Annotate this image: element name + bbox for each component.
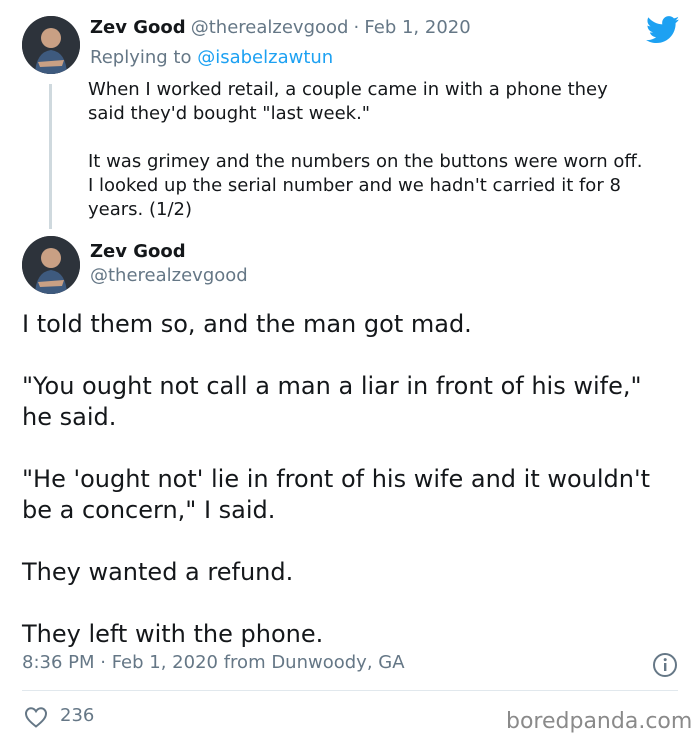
reply-author-name[interactable]: Zev Good (90, 17, 186, 38)
boredpanda-watermark: boredpanda.com (506, 709, 693, 734)
main-tweet-paragraph: "He 'ought not' lie in front of his wife… (22, 465, 650, 524)
replying-to-prefix: Replying to (90, 47, 192, 68)
tweet-divider (22, 690, 678, 691)
reply-author-avatar[interactable] (22, 16, 80, 74)
main-author-avatar[interactable] (22, 236, 80, 294)
main-tweet-paragraph: They wanted a refund. (22, 558, 294, 586)
main-tweet-text: I told them so, and the man got mad. "Yo… (22, 309, 682, 681)
meta-separator: · (353, 17, 360, 38)
thread-connector-line (49, 84, 52, 229)
tweet-timestamp[interactable]: 8:36 PM · Feb 1, 2020 from Dunwoody, GA (22, 652, 405, 673)
main-author-handle[interactable]: @therealzevgood (90, 265, 248, 286)
info-icon[interactable] (652, 652, 678, 682)
replying-to-line: Replying to @isabelzawtun (90, 47, 333, 68)
reply-author-handle[interactable]: @therealzevgood (191, 17, 349, 38)
reply-date[interactable]: Feb 1, 2020 (364, 17, 470, 38)
replying-to-handle-link[interactable]: @isabelzawtun (197, 47, 333, 68)
like-count[interactable]: 236 (60, 705, 94, 726)
main-tweet-paragraph: They left with the phone. (22, 620, 324, 648)
main-tweet-paragraph: "You ought not call a man a liar in fron… (22, 372, 642, 431)
main-tweet-paragraph: I told them so, and the man got mad. (22, 310, 472, 338)
main-author-name[interactable]: Zev Good (90, 241, 186, 262)
heart-icon[interactable] (24, 706, 48, 732)
reply-tweet-text: When I worked retail, a couple came in w… (88, 79, 643, 220)
twitter-bird-icon[interactable] (646, 16, 680, 48)
